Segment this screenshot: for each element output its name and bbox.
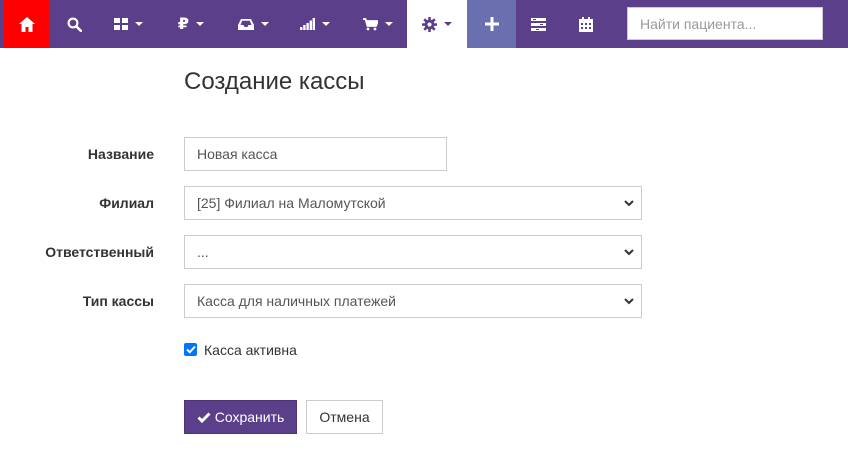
plus-icon: [484, 17, 499, 31]
settings-menu-button[interactable]: [407, 0, 467, 48]
ruble-icon: ₽: [177, 14, 190, 33]
check-icon: [197, 411, 211, 423]
reports-menu-button[interactable]: [287, 0, 343, 48]
responsible-label: Ответственный: [45, 244, 154, 260]
chevron-down-icon: [260, 22, 269, 26]
chevron-down-icon: [134, 22, 143, 26]
patient-search-input[interactable]: [627, 7, 823, 40]
branch-select-value: [25] Филиал на Маломутской: [197, 195, 386, 211]
cart-icon: [363, 17, 378, 30]
inbox-menu-button[interactable]: [225, 0, 281, 48]
shop-menu-button[interactable]: [350, 0, 406, 48]
chevron-down-icon: [624, 249, 634, 256]
chevron-down-icon: [196, 22, 205, 26]
name-input[interactable]: Новая касса: [184, 137, 447, 171]
gear-icon: [422, 16, 437, 32]
cancel-button[interactable]: Отмена: [306, 400, 383, 434]
save-button[interactable]: Сохранить: [184, 400, 297, 434]
save-button-label: Сохранить: [214, 409, 285, 425]
check-icon: [185, 345, 196, 354]
chevron-down-icon: [444, 22, 452, 26]
active-checkbox[interactable]: [184, 343, 197, 356]
cancel-button-label: Отмена: [319, 409, 370, 425]
list-icon: [531, 17, 546, 31]
signal-bars-icon: [300, 18, 315, 30]
name-label: Название: [87, 146, 154, 162]
type-select[interactable]: Касса для наличных платежей: [184, 284, 642, 318]
page-title: Создание кассы: [184, 68, 365, 95]
name-input-value: Новая касса: [197, 146, 278, 162]
active-checkbox-label[interactable]: Касса активна: [204, 342, 297, 358]
calendar-icon: [579, 16, 593, 32]
inbox-icon: [237, 18, 254, 30]
chevron-down-icon: [624, 298, 634, 305]
chevron-down-icon: [624, 200, 634, 207]
top-navbar: ₽: [0, 0, 848, 48]
responsible-select[interactable]: ...: [184, 235, 642, 269]
branch-label: Филиал: [99, 195, 154, 211]
search-nav-button[interactable]: [53, 0, 95, 48]
type-label: Тип кассы: [82, 293, 154, 309]
type-select-value: Касса для наличных платежей: [197, 293, 396, 309]
home-icon: [18, 16, 35, 32]
list-button[interactable]: [516, 0, 561, 48]
responsible-select-value: ...: [197, 244, 209, 260]
grid-icon: [113, 18, 128, 30]
chevron-down-icon: [385, 22, 393, 26]
calendar-button[interactable]: [565, 0, 607, 48]
add-button[interactable]: [467, 0, 516, 48]
search-icon: [66, 16, 82, 32]
grid-menu-button[interactable]: [100, 0, 156, 48]
home-button[interactable]: [4, 0, 49, 48]
finance-menu-button[interactable]: ₽: [163, 0, 219, 48]
branch-select[interactable]: [25] Филиал на Маломутской: [184, 186, 642, 220]
chevron-down-icon: [322, 22, 330, 26]
